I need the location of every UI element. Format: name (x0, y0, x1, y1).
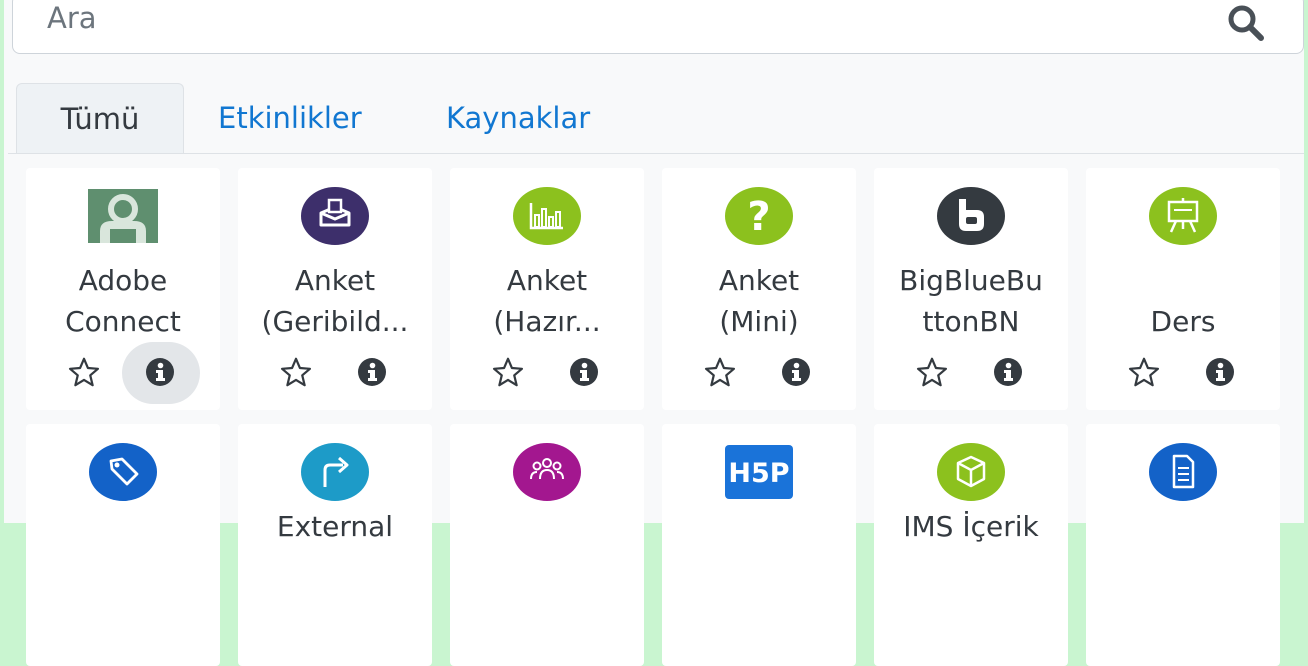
module-card-mini-survey[interactable]: ? Anket (Mini) (662, 168, 856, 410)
module-card-feedback[interactable]: Anket (Geribild... (238, 168, 432, 410)
tab-resources[interactable]: Kaynaklar (446, 83, 590, 153)
module-name: IMS İçerik (903, 510, 1039, 543)
module-card-ims-package[interactable]: IMS İçerik (874, 424, 1068, 666)
tag-icon (88, 442, 158, 502)
module-name-line2: (Geribild... (261, 305, 409, 338)
external-arrow-icon (300, 442, 370, 502)
star-icon[interactable] (700, 352, 740, 392)
star-icon[interactable] (488, 352, 528, 392)
module-name-line1: Adobe (78, 264, 168, 297)
ims-package-icon (936, 442, 1006, 502)
module-name-line1: Anket (718, 264, 800, 297)
question-icon: ? (724, 186, 794, 246)
tab-activities[interactable]: Etkinlikler (218, 83, 362, 153)
feedback-icon (300, 186, 370, 246)
search-box[interactable]: Ara (12, 0, 1304, 54)
search-input[interactable]: Ara (47, 1, 97, 35)
star-icon[interactable] (276, 352, 316, 392)
module-card-adobe-connect[interactable]: Adobe Connect (26, 168, 220, 410)
module-card[interactable] (26, 424, 220, 666)
info-icon[interactable] (988, 352, 1028, 392)
module-name-line1: BigBlueBu (899, 264, 1043, 297)
info-icon[interactable] (352, 352, 392, 392)
star-icon[interactable] (64, 352, 104, 392)
bigbluebutton-icon (936, 186, 1006, 246)
module-name-line1: Anket (506, 264, 588, 297)
h5p-icon: H5P (724, 442, 794, 502)
info-icon[interactable] (1200, 352, 1240, 392)
star-icon[interactable] (1124, 352, 1164, 392)
module-card-h5p[interactable]: H5P (662, 424, 856, 666)
svg-text:?: ? (747, 194, 770, 240)
tab-all[interactable]: Tümü (16, 83, 184, 153)
module-card-survey[interactable]: Anket (Hazır... (450, 168, 644, 410)
presentation-icon (1148, 186, 1218, 246)
svg-text:H5P: H5P (728, 458, 789, 489)
module-card-lesson[interactable]: Ders (1086, 168, 1280, 410)
module-name-line2: Connect (65, 305, 181, 338)
module-card[interactable] (450, 424, 644, 666)
module-card-bigbluebutton[interactable]: BigBlueBu ttonBN (874, 168, 1068, 410)
module-name-line2: (Mini) (719, 305, 799, 338)
module-name-line2: (Hazır... (493, 305, 601, 338)
info-icon[interactable] (564, 352, 604, 392)
page-icon (1148, 442, 1218, 502)
adobe-connect-icon (88, 186, 158, 246)
module-card-page[interactable] (1086, 424, 1280, 666)
module-name-line2: Ders (1150, 305, 1216, 338)
info-icon[interactable] (776, 352, 816, 392)
module-card-external-tool[interactable]: External (238, 424, 432, 666)
search-icon[interactable] (1225, 3, 1269, 43)
module-name-line1: Anket (294, 264, 376, 297)
group-icon (512, 442, 582, 502)
module-name: External (276, 510, 394, 543)
activity-chooser: Ara Tümü Etkinlikler Kaynaklar Adobe Con… (4, 0, 1304, 666)
star-icon[interactable] (912, 352, 952, 392)
module-name-line2: ttonBN (922, 305, 1020, 338)
info-icon[interactable] (140, 352, 180, 392)
tab-bar: Tümü Etkinlikler Kaynaklar (8, 83, 1304, 154)
survey-chart-icon (512, 186, 582, 246)
